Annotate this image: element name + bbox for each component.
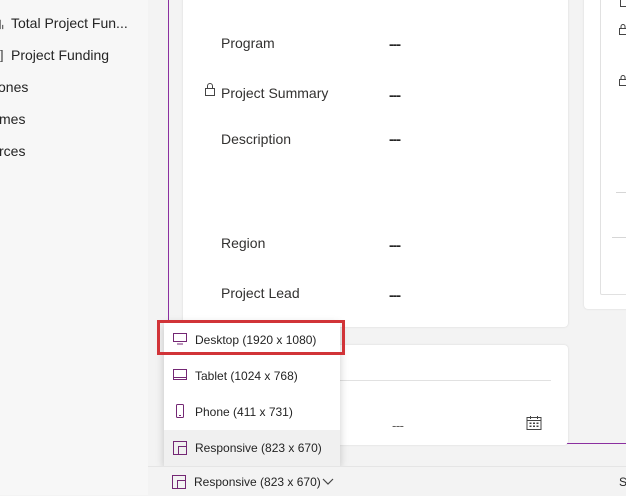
calendar-icon[interactable]: [526, 415, 542, 431]
field-label-region: Region: [221, 235, 265, 251]
menu-item-responsive[interactable]: Responsive (823 x 670): [164, 430, 340, 466]
side-card-inner: [600, 0, 626, 295]
responsive-icon: [172, 475, 186, 489]
field-value-project-lead[interactable]: ---: [389, 287, 400, 303]
status-bar: Responsive (823 x 670) S: [148, 466, 626, 496]
status-right-text: S: [619, 475, 626, 489]
screen-size-selector[interactable]: Responsive (823 x 670): [170, 467, 340, 496]
field-label-program: Program: [221, 35, 275, 51]
sidebar-item-label: Project Funding: [11, 47, 109, 63]
field-label-project-lead: Project Lead: [221, 285, 300, 301]
field-value-description[interactable]: ---: [389, 131, 400, 147]
field-label-project-summary: Project Summary: [221, 85, 328, 101]
menu-item-label: Phone (411 x 731): [195, 405, 293, 419]
lock-icon: [619, 24, 626, 35]
field-value-program[interactable]: ---: [389, 36, 400, 52]
chevron-down-icon: [322, 478, 334, 486]
tablet-icon: [173, 369, 187, 381]
sidebar-item-label: Total Project Fun...: [11, 15, 128, 31]
lower-card-divider: [340, 380, 551, 381]
screen-size-selected-label: Responsive (823 x 670): [194, 475, 321, 489]
chart-icon: [0, 18, 6, 30]
side-divider: [616, 192, 626, 193]
field-value-region[interactable]: ---: [389, 237, 400, 253]
lower-field-value[interactable]: ---: [392, 418, 404, 433]
menu-item-phone[interactable]: Phone (411 x 731): [164, 394, 340, 430]
menu-item-label: Responsive (823 x 670): [195, 441, 322, 455]
lock-icon: [619, 75, 626, 86]
sidebar-item-label: ones: [0, 79, 28, 95]
menu-item-tablet[interactable]: Tablet (1024 x 768): [164, 358, 340, 394]
phone-icon: [173, 404, 187, 418]
sidebar-item-label: mes: [0, 111, 25, 127]
field-label-description: Description: [221, 131, 291, 147]
desktop-option-highlight: [157, 320, 345, 355]
sidebar-item-label: rces: [0, 143, 25, 159]
side-divider: [612, 237, 626, 238]
menu-item-label: Tablet (1024 x 768): [195, 369, 298, 383]
grid-icon: [0, 50, 3, 62]
side-top-line: [620, 0, 626, 7]
lock-icon: [205, 83, 215, 96]
responsive-icon: [173, 441, 187, 455]
left-nav-sidebar: Total Project Fun... Project Funding one…: [0, 0, 148, 495]
field-value-project-summary[interactable]: ---: [389, 87, 400, 103]
